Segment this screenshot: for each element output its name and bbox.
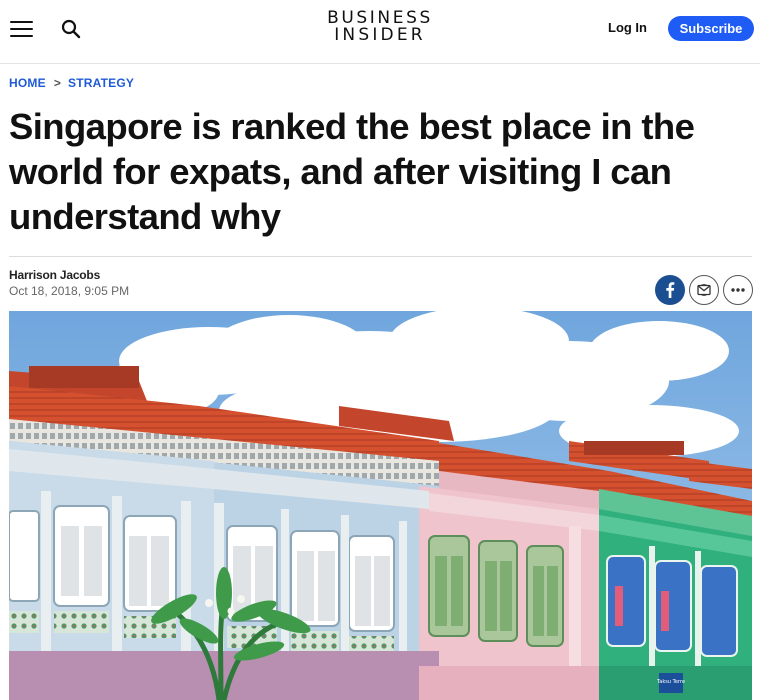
site-header: BUSINESS INSIDER Log In Subscribe: [0, 0, 760, 64]
small-shop-sign: Taksu Terre: [656, 679, 685, 685]
more-icon[interactable]: [723, 275, 753, 305]
search-icon[interactable]: [60, 18, 82, 40]
subscribe-button[interactable]: Subscribe: [668, 16, 754, 41]
publish-date: Oct 18, 2018, 9:05 PM: [9, 284, 130, 298]
site-logo[interactable]: BUSINESS INSIDER: [300, 10, 460, 44]
menu-icon[interactable]: [10, 19, 34, 39]
email-icon[interactable]: [689, 275, 719, 305]
logo-line-2: INSIDER: [334, 25, 426, 45]
shophouse-illustration: Taksu Terre: [9, 311, 752, 700]
breadcrumb-separator: >: [53, 76, 62, 90]
facebook-icon[interactable]: [655, 275, 685, 305]
login-link[interactable]: Log In: [608, 20, 647, 35]
breadcrumb: HOME > STRATEGY: [9, 76, 134, 90]
divider: [9, 256, 752, 257]
author-name[interactable]: Harrison Jacobs: [9, 268, 100, 282]
article-headline: Singapore is ranked the best place in th…: [9, 106, 695, 237]
hero-image: Taksu Terre: [9, 311, 752, 700]
breadcrumb-strategy[interactable]: STRATEGY: [68, 76, 134, 90]
breadcrumb-home[interactable]: HOME: [9, 76, 46, 90]
